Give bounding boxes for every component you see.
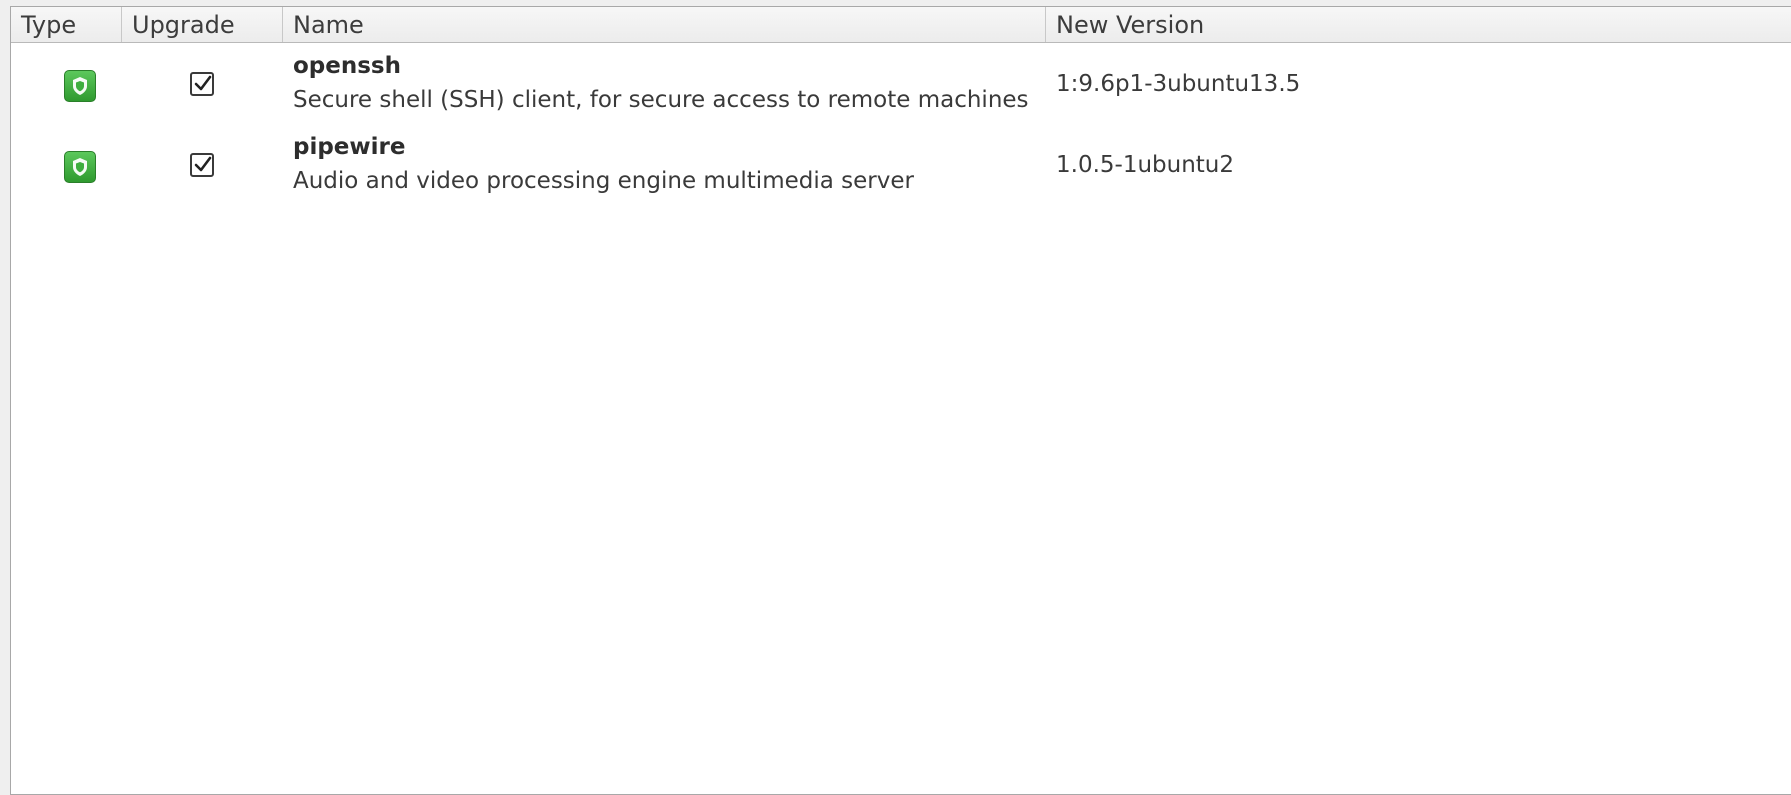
package-description: Audio and video processing engine multim… — [293, 168, 914, 194]
upgrade-checkbox[interactable] — [190, 72, 214, 96]
checkmark-icon — [194, 75, 212, 91]
column-header-upgrade[interactable]: Upgrade — [122, 7, 283, 42]
upgrade-checkbox[interactable] — [190, 153, 214, 177]
column-header-type[interactable]: Type — [11, 7, 122, 42]
package-name: pipewire — [293, 134, 406, 160]
column-header-new-version[interactable]: New Version — [1046, 7, 1791, 42]
column-header-bar: Type Upgrade Name New Version — [11, 7, 1791, 43]
updates-list[interactable]: Type Upgrade Name New Version openssh Se… — [10, 6, 1791, 795]
security-shield-icon — [64, 70, 96, 102]
package-new-version: 1:9.6p1-3ubuntu13.5 — [1056, 71, 1301, 97]
column-header-name[interactable]: Name — [283, 7, 1046, 42]
package-description: Secure shell (SSH) client, for secure ac… — [293, 87, 1029, 113]
package-new-version: 1.0.5-1ubuntu2 — [1056, 152, 1235, 178]
security-shield-icon — [64, 151, 96, 183]
table-row[interactable]: openssh Secure shell (SSH) client, for s… — [11, 47, 1791, 127]
table-row[interactable]: pipewire Audio and video processing engi… — [11, 128, 1791, 208]
update-manager-panel: Type Upgrade Name New Version openssh Se… — [0, 0, 1791, 795]
checkmark-icon — [194, 156, 212, 172]
package-name: openssh — [293, 53, 401, 79]
